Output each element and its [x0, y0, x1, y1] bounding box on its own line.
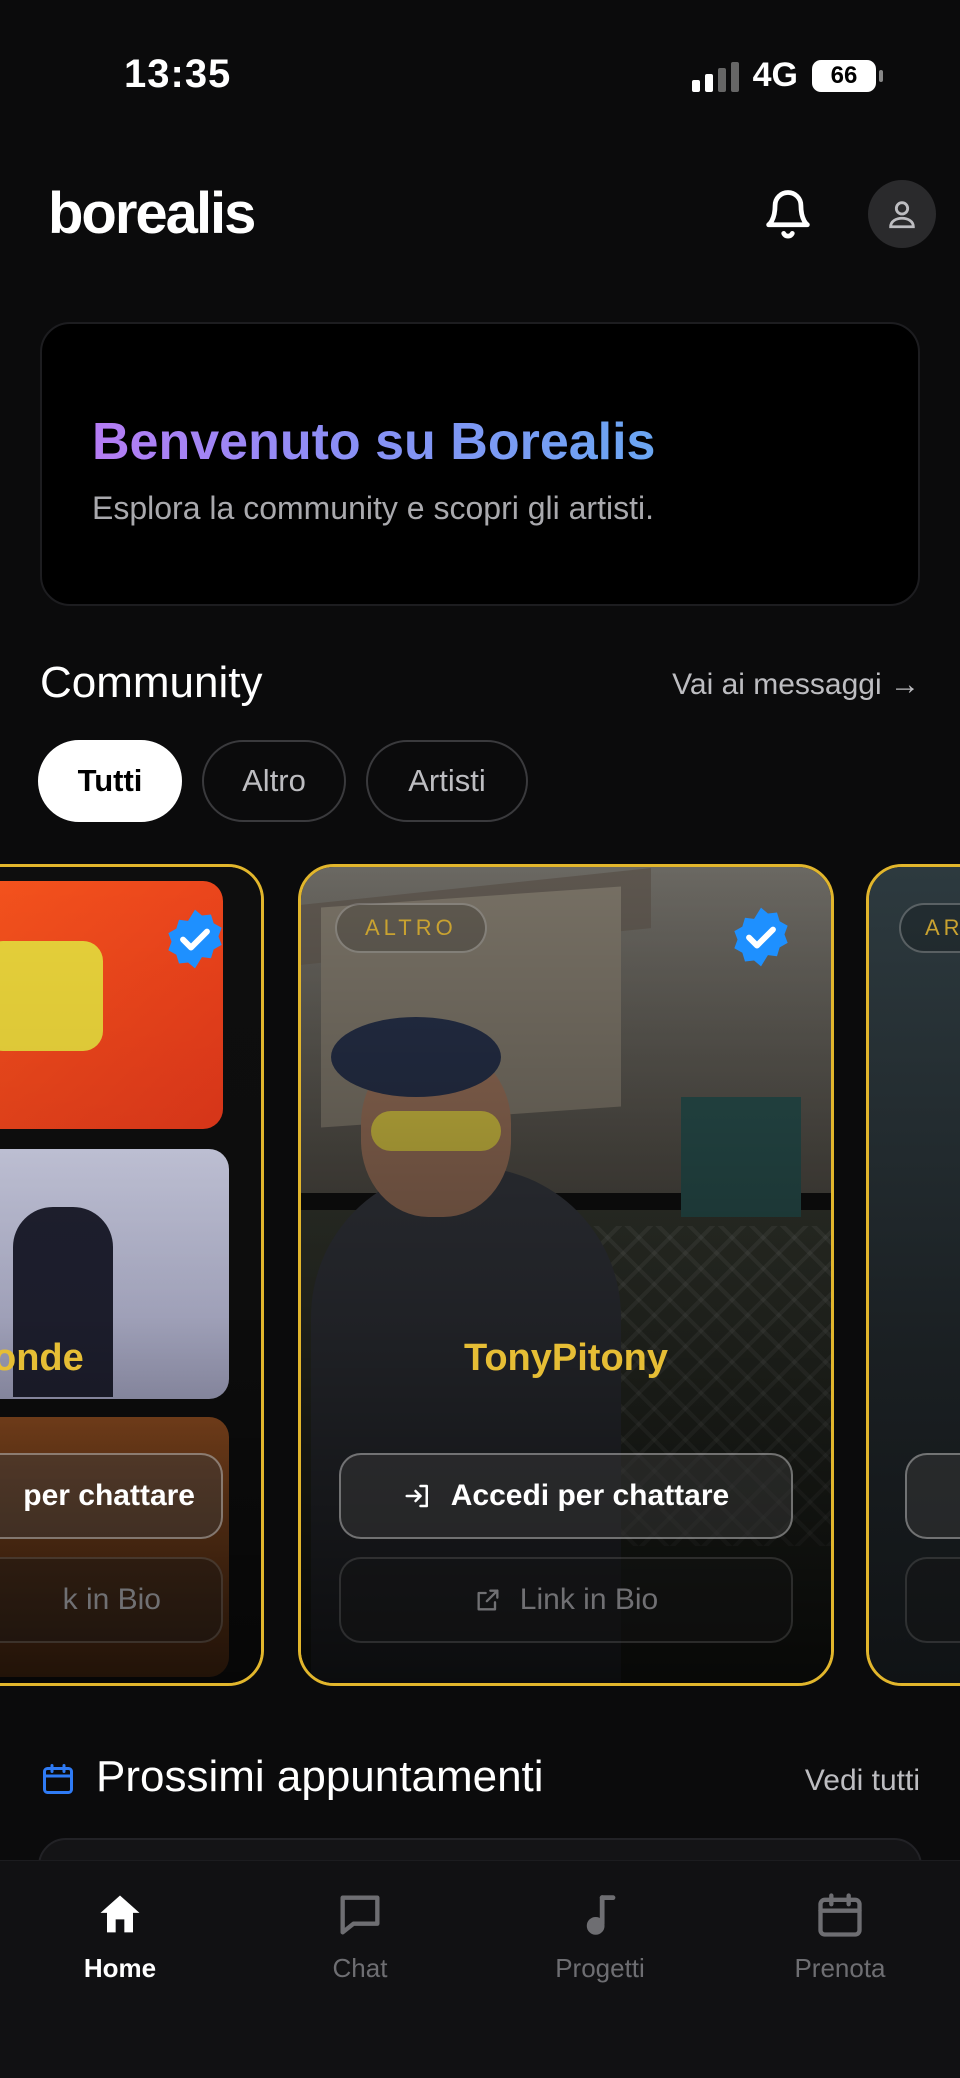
go-to-messages-link[interactable]: Vai ai messaggi → [672, 668, 920, 702]
login-to-chat-button[interactable]: Accedi per chattare [339, 1453, 793, 1539]
artist-name: onde [0, 1337, 84, 1379]
filter-chip-altro[interactable]: Altro [202, 740, 346, 822]
home-icon [100, 1895, 140, 1933]
user-icon [889, 201, 915, 229]
filter-chip-tutti[interactable]: Tutti [38, 740, 182, 822]
see-all-link[interactable]: Vedi tutti [805, 1764, 920, 1798]
bottom-navigation: Home Chat Progetti Prenota [0, 1860, 960, 2078]
login-to-chat-button[interactable]: per chattare [0, 1453, 223, 1539]
nav-item-home[interactable]: Home [20, 1889, 220, 1984]
calendar-icon [818, 1893, 862, 1937]
battery-icon: 66 [812, 59, 883, 92]
nav-label: Home [83, 1953, 157, 1983]
nav-item-prenota[interactable]: Prenota [740, 1889, 940, 1984]
category-tag: AR [899, 903, 960, 953]
artist-card[interactable]: AR [866, 864, 960, 1686]
battery-level: 66 [830, 61, 858, 89]
music-note-icon [586, 1895, 616, 1935]
artist-card[interactable]: onde per chattare k in Bio [0, 864, 264, 1686]
upcoming-appointments-title: Prossimi appuntamenti [96, 1752, 544, 1801]
link-in-bio-label: Link in Bio [519, 1583, 659, 1616]
login-to-chat-button[interactable] [905, 1453, 960, 1539]
welcome-card: Benvenuto su Borealis Esplora la communi… [40, 322, 920, 606]
link-in-bio-button[interactable] [905, 1557, 960, 1643]
nav-item-chat[interactable]: Chat [260, 1889, 460, 1984]
login-to-chat-label: Accedi per chattare [450, 1479, 730, 1512]
login-to-chat-label: per chattare [23, 1479, 195, 1512]
calendar-icon [43, 1764, 73, 1794]
link-in-bio-button[interactable]: k in Bio [0, 1557, 223, 1643]
app-logo[interactable]: borealis [48, 180, 256, 247]
profile-avatar-button[interactable] [868, 180, 936, 248]
status-time: 13:35 [124, 52, 232, 96]
signal-icon [691, 60, 739, 92]
login-icon [405, 1484, 428, 1508]
nav-item-progetti[interactable]: Progetti [500, 1889, 700, 1984]
verified-badge-icon [734, 907, 788, 967]
welcome-subtitle: Esplora la community e scopri gli artist… [92, 490, 654, 526]
network-type: 4G [752, 56, 798, 94]
artist-card[interactable]: ALTRO TonyPitony Accedi per chattare Lin… [298, 864, 834, 1686]
welcome-title: Benvenuto su Borealis [92, 413, 656, 471]
status-icons: 4G 66 [691, 56, 883, 95]
link-in-bio-label: k in Bio [62, 1583, 161, 1616]
notifications-bell-icon[interactable] [762, 186, 814, 242]
chat-icon [340, 1895, 380, 1935]
filter-chip-artisti[interactable]: Artisti [366, 740, 528, 822]
nav-label: Prenota [794, 1953, 886, 1983]
category-tag: ALTRO [335, 903, 487, 953]
nav-label: Progetti [555, 1953, 645, 1983]
external-link-icon [477, 1589, 499, 1611]
link-in-bio-button[interactable]: Link in Bio [339, 1557, 793, 1643]
nav-label: Chat [332, 1953, 388, 1983]
community-title: Community [40, 658, 263, 707]
artist-name: TonyPitony [463, 1337, 669, 1379]
verified-badge-icon [168, 909, 222, 969]
